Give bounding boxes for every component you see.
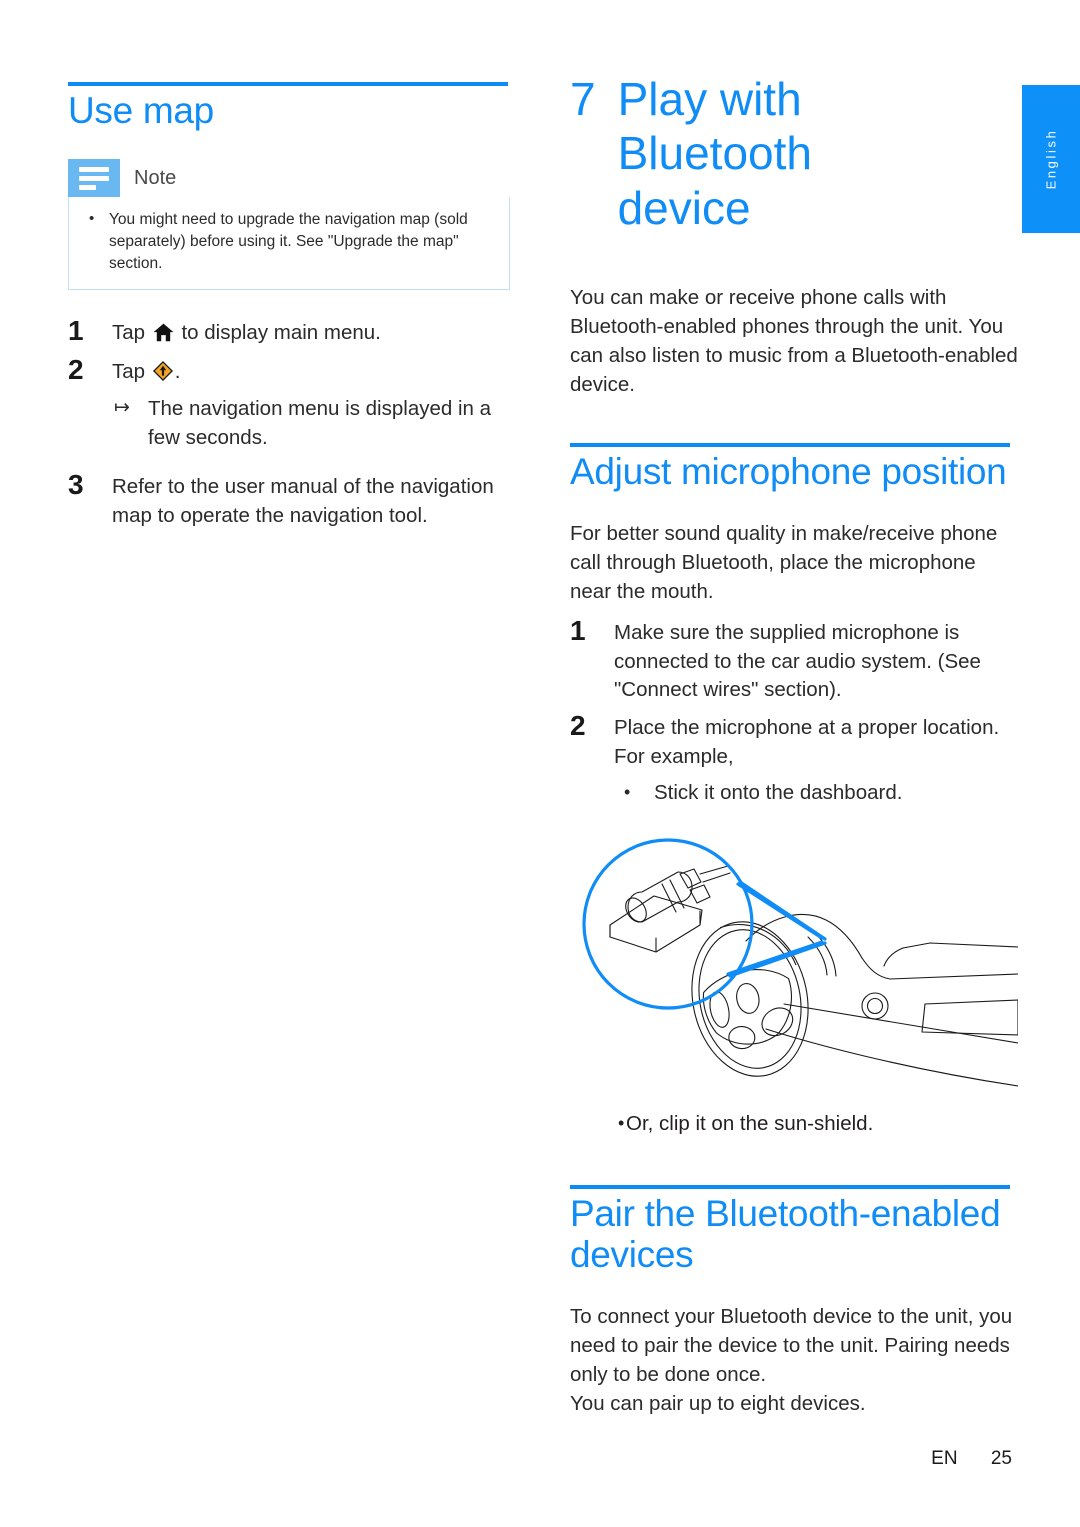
bullet-dot-icon-2: • (618, 1113, 625, 1134)
home-icon (153, 322, 174, 351)
step-2-text: Tap . (112, 358, 518, 390)
footer-language-code: EN (931, 1448, 958, 1469)
note-item: You might need to upgrade the navigation… (83, 208, 495, 275)
step-2-text-before: Tap (112, 360, 146, 384)
step-1-number: 1 (68, 315, 84, 347)
note-box: Note You might need to upgrade the navig… (68, 159, 510, 291)
step-2-substep-text: The navigation menu is displayed in a fe… (148, 396, 492, 449)
adjust-mic-heading: Adjust microphone position (570, 451, 1007, 493)
mic-step-2-bullet-text: Stick it onto the dashboard. (654, 781, 903, 805)
navigation-diamond-icon (152, 361, 173, 390)
microphone-clip-magnified (582, 838, 754, 1010)
chapter-intro: You can make or receive phone calls with… (570, 285, 1018, 397)
mic-step-1: 1 Make sure the supplied microphone is c… (570, 615, 1020, 705)
step-2-number: 2 (68, 354, 84, 386)
note-lines-icon (68, 159, 120, 198)
note-header: Note (68, 159, 510, 198)
use-map-heading: Use map (68, 90, 214, 131)
step-3-number: 3 (68, 469, 84, 501)
adjust-mic-intro: For better sound quality in make/receive… (570, 521, 998, 603)
step-1-text: Tap to display main menu. (112, 316, 518, 351)
chapter-number: 7 (570, 73, 596, 125)
bullet-dot-icon: • (624, 782, 631, 803)
step-1: 1 Tap to display main menu. (68, 316, 518, 351)
pair-paragraph-1: To connect your Bluetooth device to the … (570, 1304, 1013, 1386)
pair-paragraph-2: You can pair up to eight devices. (570, 1392, 866, 1416)
manual-page: English Use map Note You might need to u… (0, 0, 1080, 1527)
mic-step-2: 2 Place the microphone at a proper locat… (570, 710, 1020, 808)
mic-step-2-body: Place the microphone at a proper locatio… (614, 711, 1020, 808)
pair-heading: Pair the Bluetooth-enabled devices (570, 1192, 1001, 1276)
right-column: 7 Play with Bluetooth device You can mak… (570, 72, 1020, 1418)
left-column: Use map Note You might need to upgrade t… (68, 82, 518, 535)
step-1-text-after: to display main menu. (181, 321, 381, 345)
step-2-substep: ↦ The navigation menu is displayed in a … (112, 395, 518, 452)
note-body: You might need to upgrade the navigation… (68, 197, 510, 291)
step-1-text-before: Tap (112, 321, 146, 345)
substep-arrow-icon: ↦ (114, 396, 130, 418)
chapter-title: Play with Bluetooth device (617, 73, 812, 234)
language-tab: English (1022, 85, 1080, 233)
page-footer: EN 25 (0, 1448, 1012, 1470)
step-3: 3 Refer to the user manual of the naviga… (68, 469, 518, 530)
step-2: 2 Tap . ↦ The navigation menu is display… (68, 354, 518, 452)
chapter-heading: 7 Play with Bluetooth device (570, 72, 1020, 235)
mic-step-1-number: 1 (570, 615, 586, 646)
note-label: Note (134, 166, 177, 189)
use-map-heading-rule (68, 82, 508, 86)
figure-caption-text: Or, clip it on the sun-shield. (626, 1112, 874, 1136)
step-2-body: Tap . ↦ The navigation menu is displayed… (112, 355, 518, 452)
adjust-mic-heading-rule (570, 443, 1010, 448)
mic-step-2-bullet: • Stick it onto the dashboard. (614, 779, 1020, 808)
mic-step-2-number: 2 (570, 710, 586, 742)
pair-heading-rule (570, 1184, 1010, 1189)
use-map-steps: 1 Tap to display main menu. 2 Tap . ↦ Th… (68, 316, 518, 530)
footer-page-number: 25 (990, 1448, 1012, 1469)
mic-step-2-text: Place the microphone at a proper locatio… (614, 716, 1000, 768)
step-2-text-after: . (174, 360, 181, 384)
step-3-text: Refer to the user manual of the navigati… (112, 475, 494, 527)
language-tab-label: English (1043, 128, 1059, 190)
figure-caption: • Or, clip it on the sun-shield. (570, 1110, 1020, 1139)
adjust-mic-steps: 1 Make sure the supplied microphone is c… (570, 615, 1020, 808)
microphone-on-dashboard-illustration (570, 824, 1019, 1104)
mic-step-1-text: Make sure the supplied microphone is con… (614, 621, 981, 702)
